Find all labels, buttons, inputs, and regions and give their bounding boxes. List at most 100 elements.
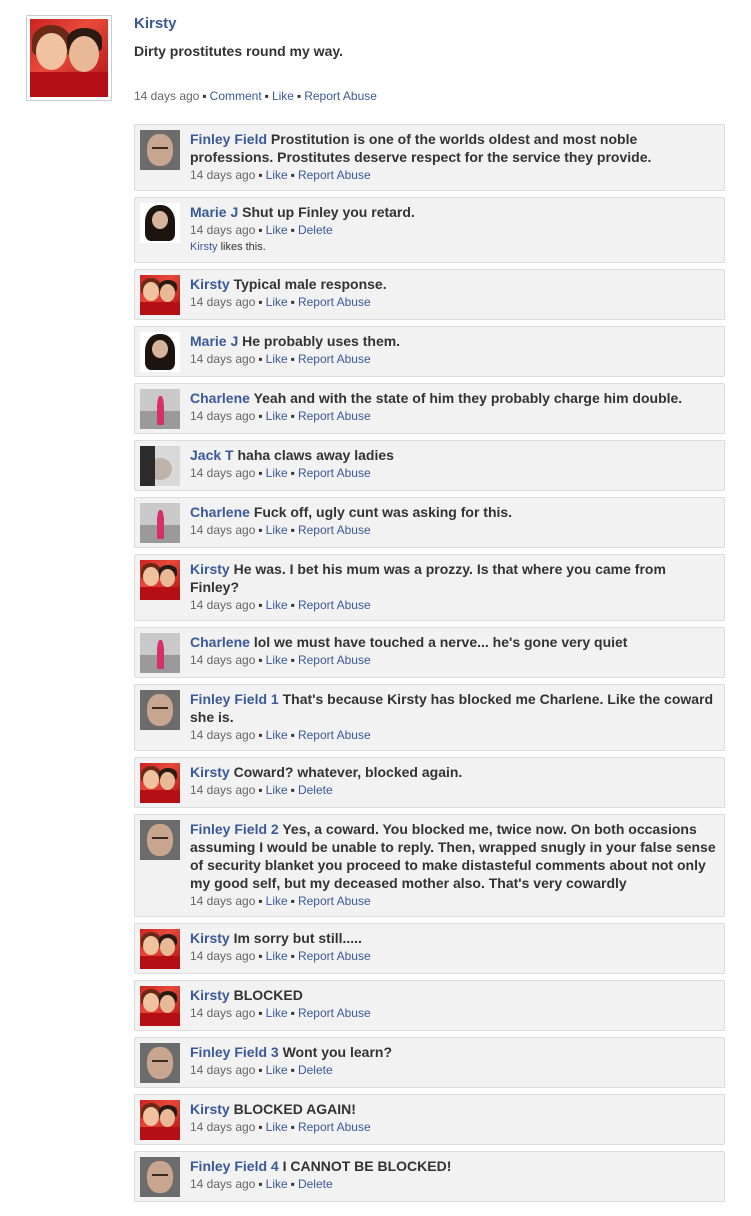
comment-timestamp: 14 days ago: [190, 168, 256, 182]
like-link[interactable]: Like: [266, 949, 288, 963]
commenter-avatar[interactable]: [140, 929, 180, 969]
comment-timestamp: 14 days ago: [190, 598, 256, 612]
commenter-avatar[interactable]: [140, 820, 180, 860]
comment-meta: 14 days ago ▪ Like ▪ Report Abuse: [190, 1006, 371, 1020]
comment-item: Charlene Yeah and with the state of him …: [134, 383, 725, 434]
commenter-avatar[interactable]: [140, 633, 180, 673]
liker-name[interactable]: Kirsty: [190, 241, 218, 253]
like-link[interactable]: Like: [266, 223, 288, 237]
report-abuse-link[interactable]: Report Abuse: [298, 523, 371, 537]
like-link[interactable]: Like: [266, 168, 288, 182]
like-link[interactable]: Like: [266, 466, 288, 480]
like-link[interactable]: Like: [266, 295, 288, 309]
commenter-avatar[interactable]: [140, 1100, 180, 1140]
report-abuse-link[interactable]: Report Abuse: [298, 598, 371, 612]
comment-item: Finley Field Prostitution is one of the …: [134, 124, 725, 191]
report-abuse-link[interactable]: Report Abuse: [298, 168, 371, 182]
profile-photo-icon: [140, 690, 180, 730]
commenter-name[interactable]: Marie J: [190, 333, 238, 349]
commenter-avatar[interactable]: [140, 1043, 180, 1083]
comment-body: Jack T haha claws away ladies: [190, 446, 716, 464]
commenter-name[interactable]: Charlene: [190, 634, 250, 650]
report-abuse-link[interactable]: Report Abuse: [298, 653, 371, 667]
commenter-name[interactable]: Kirsty: [190, 276, 230, 292]
report-abuse-link[interactable]: Report Abuse: [304, 89, 377, 103]
like-link[interactable]: Like: [266, 409, 288, 423]
comment-item: Charlene lol we must have touched a nerv…: [134, 627, 725, 678]
commenter-name[interactable]: Finley Field 4: [190, 1158, 279, 1174]
profile-photo-icon: [140, 446, 180, 486]
like-link[interactable]: Like: [266, 783, 288, 797]
commenter-avatar[interactable]: [140, 560, 180, 600]
comment-link[interactable]: Comment: [210, 89, 262, 103]
commenter-avatar[interactable]: [140, 389, 180, 429]
commenter-name[interactable]: Kirsty: [190, 1101, 230, 1117]
comment-body: Charlene Fuck off, ugly cunt was asking …: [190, 503, 716, 521]
like-link[interactable]: Like: [272, 89, 294, 103]
comment-meta: 14 days ago ▪ Like ▪ Report Abuse: [190, 728, 371, 742]
delete-link[interactable]: Delete: [298, 1063, 333, 1077]
commenter-avatar[interactable]: [140, 503, 180, 543]
report-abuse-link[interactable]: Report Abuse: [298, 352, 371, 366]
profile-photo-icon: [140, 820, 180, 860]
commenter-name[interactable]: Charlene: [190, 390, 250, 406]
commenter-avatar[interactable]: [140, 332, 180, 372]
commenter-avatar[interactable]: [140, 1157, 180, 1197]
commenter-name[interactable]: Kirsty: [190, 987, 230, 1003]
report-abuse-link[interactable]: Report Abuse: [298, 894, 371, 908]
report-abuse-link[interactable]: Report Abuse: [298, 409, 371, 423]
commenter-avatar[interactable]: [140, 446, 180, 486]
profile-photo-icon: [140, 332, 180, 372]
commenter-name[interactable]: Finley Field 3: [190, 1044, 279, 1060]
comment-text: Typical male response.: [233, 276, 387, 292]
commenter-name[interactable]: Kirsty: [190, 561, 230, 577]
like-link[interactable]: Like: [266, 894, 288, 908]
like-link[interactable]: Like: [266, 598, 288, 612]
report-abuse-link[interactable]: Report Abuse: [298, 949, 371, 963]
commenter-name[interactable]: Kirsty: [190, 764, 230, 780]
commenter-avatar[interactable]: [140, 203, 180, 243]
commenter-name[interactable]: Kirsty: [190, 930, 230, 946]
like-link[interactable]: Like: [266, 523, 288, 537]
comment-body: Kirsty BLOCKED AGAIN!: [190, 1100, 716, 1118]
post-text: Dirty prostitutes round my way.: [134, 43, 343, 59]
delete-link[interactable]: Delete: [298, 223, 333, 237]
report-abuse-link[interactable]: Report Abuse: [298, 1006, 371, 1020]
report-abuse-link[interactable]: Report Abuse: [298, 1120, 371, 1134]
comment-meta: 14 days ago ▪ Like ▪ Report Abuse: [190, 653, 371, 667]
commenter-name[interactable]: Finley Field: [190, 131, 267, 147]
like-link[interactable]: Like: [266, 1120, 288, 1134]
like-link[interactable]: Like: [266, 352, 288, 366]
like-link[interactable]: Like: [266, 1177, 288, 1191]
commenter-name[interactable]: Finley Field 2: [190, 821, 279, 837]
commenter-avatar[interactable]: [140, 986, 180, 1026]
comment-item: Marie J Shut up Finley you retard. 14 day…: [134, 197, 725, 263]
like-link[interactable]: Like: [266, 1063, 288, 1077]
comment-item: Kirsty Typical male response. 14 days ago…: [134, 269, 725, 320]
report-abuse-link[interactable]: Report Abuse: [298, 466, 371, 480]
profile-photo-icon: [30, 19, 108, 97]
commenter-avatar[interactable]: [140, 275, 180, 315]
delete-link[interactable]: Delete: [298, 783, 333, 797]
commenter-name[interactable]: Charlene: [190, 504, 250, 520]
commenter-name[interactable]: Finley Field 1: [190, 691, 279, 707]
like-link[interactable]: Like: [266, 653, 288, 667]
comment-item: Kirsty Coward? whatever, blocked again. 1…: [134, 757, 725, 808]
commenter-name[interactable]: Marie J: [190, 204, 238, 220]
post-author-avatar[interactable]: [26, 15, 112, 101]
commenter-avatar[interactable]: [140, 690, 180, 730]
report-abuse-link[interactable]: Report Abuse: [298, 728, 371, 742]
like-link[interactable]: Like: [266, 1006, 288, 1020]
commenter-name[interactable]: Jack T: [190, 447, 234, 463]
comment-list: Finley Field Prostitution is one of the …: [134, 124, 725, 1208]
comment-text: BLOCKED: [233, 987, 303, 1003]
comment-meta: 14 days ago ▪ Like ▪ Report Abuse: [190, 409, 371, 423]
report-abuse-link[interactable]: Report Abuse: [298, 295, 371, 309]
delete-link[interactable]: Delete: [298, 1177, 333, 1191]
commenter-avatar[interactable]: [140, 763, 180, 803]
commenter-avatar[interactable]: [140, 130, 180, 170]
post-author-name[interactable]: Kirsty: [134, 15, 177, 32]
comment-item: Finley Field 4 I CANNOT BE BLOCKED! 14 da…: [134, 1151, 725, 1202]
profile-photo-icon: [140, 986, 180, 1026]
like-link[interactable]: Like: [266, 728, 288, 742]
